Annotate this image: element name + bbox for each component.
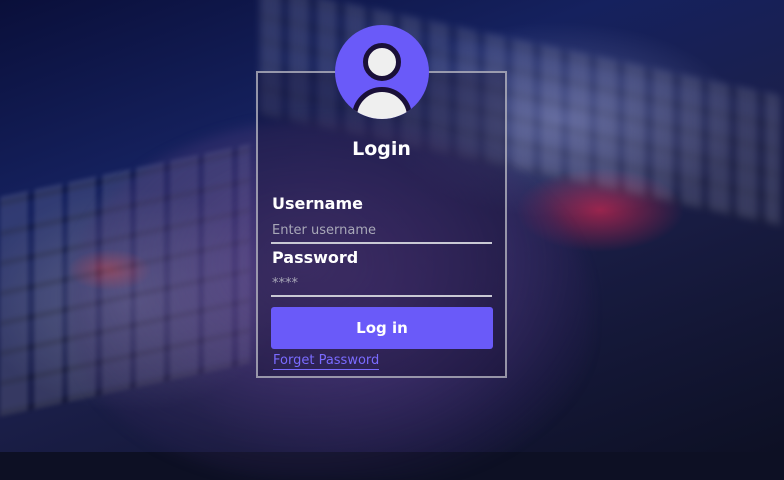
avatar-head (363, 43, 401, 81)
avatar-shoulders (352, 87, 412, 119)
password-input[interactable] (271, 271, 492, 297)
login-button[interactable]: Log in (271, 307, 493, 349)
username-label: Username (272, 194, 363, 213)
username-input[interactable] (271, 218, 492, 244)
login-title: Login (352, 138, 411, 160)
password-label: Password (272, 248, 359, 267)
forgot-password-link[interactable]: Forget Password (273, 353, 380, 370)
user-avatar-icon (335, 25, 429, 119)
